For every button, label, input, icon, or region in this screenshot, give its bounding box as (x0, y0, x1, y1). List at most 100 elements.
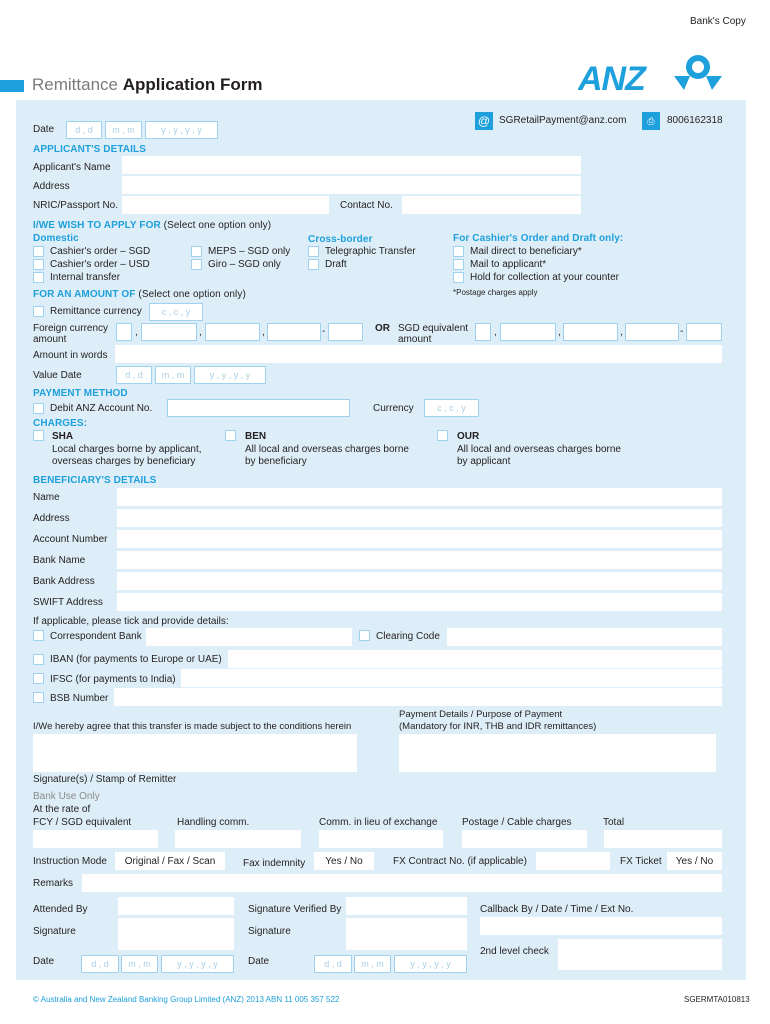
remarks-input[interactable] (82, 874, 722, 892)
checkbox-bsb[interactable] (33, 692, 44, 703)
checkbox-cashiers-order-sgd[interactable] (33, 246, 44, 257)
bank-date-label-1: Date (33, 956, 55, 967)
checkbox-our[interactable] (437, 430, 448, 441)
applicant-address-input[interactable] (122, 176, 581, 194)
checkbox-remittance-currency[interactable] (33, 306, 44, 317)
bank-address-label: Bank Address (33, 576, 95, 587)
checkbox-telegraphic-transfer[interactable] (308, 246, 319, 257)
fcy-sgd-input[interactable] (33, 830, 158, 848)
instruction-mode-value[interactable]: Original / Fax / Scan (115, 852, 225, 870)
sgd-amount-seg-1[interactable] (475, 323, 491, 341)
sgd-amount-seg-3[interactable] (563, 323, 618, 341)
foreign-amount-seg-3[interactable] (205, 323, 260, 341)
checkbox-mail-applicant[interactable] (453, 259, 464, 270)
fax-icon: ⎙ (642, 112, 660, 130)
signature-box-1[interactable] (118, 918, 234, 950)
foreign-amount-seg-4[interactable] (267, 323, 321, 341)
correspondent-bank-input[interactable] (146, 628, 352, 646)
checkbox-hold-collection[interactable] (453, 272, 464, 283)
iban-input[interactable] (228, 650, 722, 668)
beneficiary-name-label: Name (33, 492, 60, 503)
bank-date-1-month[interactable]: m , m (121, 955, 158, 973)
debit-account-input[interactable] (167, 399, 350, 417)
sgd-amount-cents[interactable] (686, 323, 722, 341)
fax-indemnity-value[interactable]: Yes / No (314, 852, 374, 870)
option-label: MEPS – SGD only (208, 246, 291, 257)
correspondent-bank-label: Correspondent Bank (50, 631, 142, 642)
ifsc-input[interactable] (181, 669, 722, 687)
checkbox-sha[interactable] (33, 430, 44, 441)
bank-date-2-month[interactable]: m , m (354, 955, 391, 973)
checkbox-clearing-code[interactable] (359, 630, 370, 641)
amount-heading-note: (Select one option only) (138, 289, 246, 300)
sgd-amount-seg-2[interactable] (500, 323, 556, 341)
fee-col-label: Postage / Cable charges (462, 817, 572, 828)
nric-input[interactable] (122, 196, 329, 214)
purpose-label-1: Payment Details / Purpose of Payment (399, 709, 563, 720)
purpose-input[interactable] (399, 734, 716, 772)
fx-ticket-value[interactable]: Yes / No (667, 852, 722, 870)
sgd-amount-seg-4[interactable] (625, 323, 679, 341)
signature-box-2[interactable] (346, 918, 467, 950)
bank-address-input[interactable] (117, 572, 722, 590)
copy-label: Bank's Copy (690, 16, 746, 27)
checkbox-draft[interactable] (308, 259, 319, 270)
bank-date-1-day[interactable]: d , d (81, 955, 119, 973)
contact-label: Contact No. (340, 200, 393, 211)
checkbox-ben[interactable] (225, 430, 236, 441)
applicant-name-input[interactable] (122, 156, 581, 174)
foreign-amount-seg-2[interactable] (141, 323, 197, 341)
fx-contract-input[interactable] (536, 852, 610, 870)
checkbox-meps[interactable] (191, 246, 202, 257)
value-date-year[interactable]: y , y , y , y (194, 366, 266, 384)
foreign-amount-cents[interactable] (328, 323, 363, 341)
signature-stamp-box[interactable] (33, 734, 357, 772)
handling-comm-input[interactable] (175, 830, 301, 848)
charge-code-our: OUR (457, 431, 480, 442)
account-number-input[interactable] (117, 530, 722, 548)
checkbox-mail-beneficiary[interactable] (453, 246, 464, 257)
second-check-box[interactable] (558, 939, 722, 970)
bank-date-2-day[interactable]: d , d (314, 955, 352, 973)
attended-by-input[interactable] (118, 897, 234, 915)
domestic-heading: Domestic (33, 233, 79, 244)
date-day-input[interactable]: d , d (66, 121, 102, 139)
date-month-input[interactable]: m , m (105, 121, 142, 139)
foreign-amount-label-2: amount (33, 334, 67, 345)
value-date-day[interactable]: d , d (116, 366, 152, 384)
sig-verified-input[interactable] (346, 897, 467, 915)
amount-words-label: Amount in words (33, 350, 108, 361)
postage-input[interactable] (462, 830, 587, 848)
beneficiary-address-input[interactable] (117, 509, 722, 527)
clearing-code-input[interactable] (447, 628, 722, 646)
checkbox-iban[interactable] (33, 654, 44, 665)
comma: , (558, 327, 561, 338)
beneficiary-name-input[interactable] (117, 488, 722, 506)
checkbox-debit-account[interactable] (33, 403, 44, 414)
checkbox-correspondent-bank[interactable] (33, 630, 44, 641)
checkbox-giro[interactable] (191, 259, 202, 270)
callback-input[interactable] (480, 917, 722, 935)
remarks-label: Remarks (33, 878, 74, 889)
bsb-input[interactable] (114, 688, 722, 706)
value-date-month[interactable]: m , m (155, 366, 191, 384)
payment-currency-input[interactable]: c , c , y (424, 399, 479, 417)
bank-date-1-year[interactable]: y , y , y , y (161, 955, 234, 973)
amount-words-input[interactable] (115, 345, 722, 363)
apply-for-heading: I/WE WISH TO APPLY FOR (Select one optio… (33, 220, 271, 232)
checkbox-internal-transfer[interactable] (33, 272, 44, 283)
date-year-input[interactable]: y , y , y , y (145, 121, 218, 139)
total-input[interactable] (604, 830, 722, 848)
bank-name-input[interactable] (117, 551, 722, 569)
bank-date-2-year[interactable]: y , y , y , y (394, 955, 467, 973)
instruction-mode-label: Instruction Mode (33, 856, 107, 867)
swift-input[interactable] (117, 593, 722, 611)
checkbox-cashiers-order-usd[interactable] (33, 259, 44, 270)
fee-col-label: FCY / SGD equivalent (33, 817, 132, 828)
option-label: Mail to applicant* (470, 259, 547, 270)
foreign-amount-seg-1[interactable] (116, 323, 132, 341)
checkbox-ifsc[interactable] (33, 673, 44, 684)
remit-currency-input[interactable]: c , c , y (149, 303, 203, 321)
comm-lieu-input[interactable] (319, 830, 443, 848)
contact-input[interactable] (402, 196, 581, 214)
